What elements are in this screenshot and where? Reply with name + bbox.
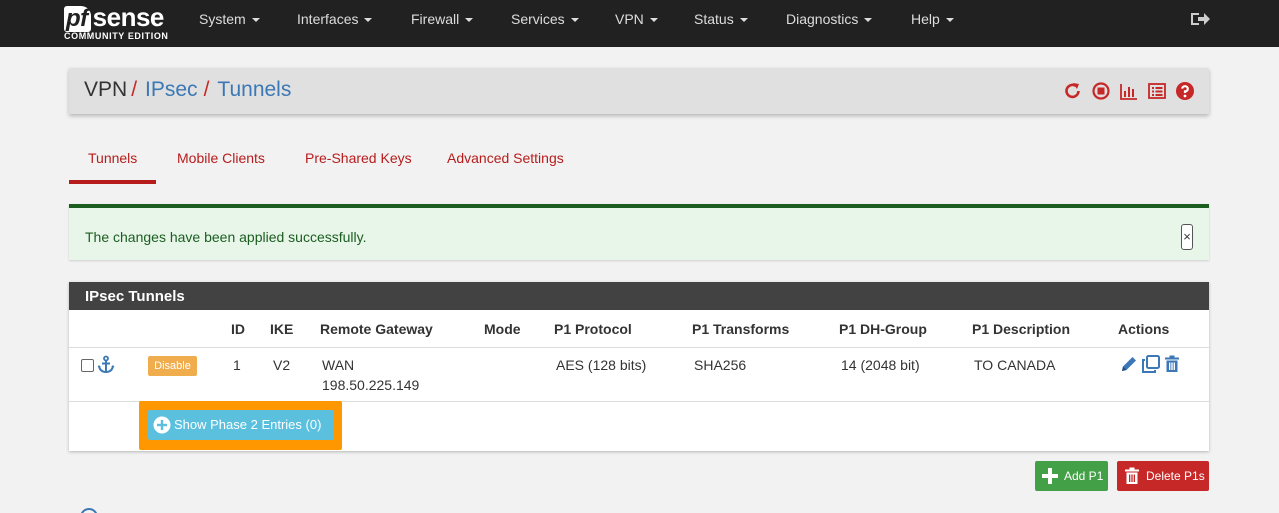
copy-icon[interactable] — [1141, 354, 1161, 374]
column-header-actions: Actions — [1118, 321, 1170, 337]
success-alert: The changes have been applied successful… — [69, 204, 1209, 260]
breadcrumb-separator: / — [203, 78, 210, 101]
column-header-p1-protocol: P1 Protocol — [554, 321, 632, 337]
nav-menu-diagnostics[interactable]: Diagnostics — [786, 0, 873, 38]
column-header-p1-dh-group: P1 DH-Group — [839, 321, 927, 337]
nav-menu-firewall[interactable]: Firewall — [411, 0, 474, 38]
breadcrumb-vpn: VPN — [84, 78, 128, 101]
alert-message: The changes have been applied successful… — [85, 229, 367, 245]
tab-pre-shared-keys[interactable]: Pre-Shared Keys — [305, 150, 412, 166]
caret-down-icon — [364, 18, 373, 23]
nav-menu-help[interactable]: Help — [911, 0, 954, 38]
header-divider — [69, 347, 1209, 348]
breadcrumb-ipsec[interactable]: IPsec — [145, 78, 198, 101]
show-phase2-label: Show Phase 2 Entries (0) — [174, 417, 322, 432]
trash-icon[interactable] — [1162, 354, 1182, 374]
logo-edition: COMMUNITY EDITION — [64, 31, 169, 41]
nav-menu-interfaces[interactable]: Interfaces — [297, 0, 373, 38]
breadcrumb: VPN / IPsec / Tunnels — [84, 78, 291, 102]
plus-circle-icon — [153, 416, 171, 434]
delete-p1s-label: Delete P1s — [1146, 469, 1205, 483]
cell-remote-gateway-interface: WAN — [322, 357, 355, 373]
ipsec-tunnels-panel: IPsec Tunnels ID IKE Remote Gateway Mode… — [69, 282, 1209, 451]
nav-label: System — [199, 11, 246, 27]
nav-label: Services — [511, 11, 565, 27]
caret-down-icon — [251, 18, 260, 23]
top-navbar: pf sense COMMUNITY EDITION System Interfa… — [0, 0, 1279, 47]
chart-icon[interactable] — [1119, 81, 1139, 101]
edit-pencil-icon[interactable] — [1119, 354, 1139, 374]
row-select-checkbox[interactable] — [81, 359, 94, 372]
logo-wordmark: pf sense — [64, 2, 164, 32]
column-header-id: ID — [231, 321, 245, 337]
tab-advanced-settings[interactable]: Advanced Settings — [447, 150, 564, 166]
add-p1-button[interactable]: Add P1 — [1035, 461, 1108, 491]
log-list-icon[interactable] — [1147, 81, 1167, 101]
close-alert-button[interactable]: × — [1181, 224, 1193, 250]
nav-menu-services[interactable]: Services — [511, 0, 579, 38]
cell-p1-description: TO CANADA — [974, 357, 1056, 373]
nav-label: VPN — [615, 11, 644, 27]
column-header-p1-transforms: P1 Transforms — [692, 321, 790, 337]
help-icon[interactable] — [1175, 81, 1195, 101]
cell-p1-transforms: SHA256 — [694, 357, 747, 373]
nav-label: Interfaces — [297, 11, 359, 27]
column-header-mode: Mode — [484, 321, 521, 337]
nav-label: Status — [694, 11, 734, 27]
caret-down-icon — [739, 18, 748, 23]
cell-id: 1 — [233, 357, 241, 373]
caret-down-icon — [945, 18, 954, 23]
active-tab-indicator — [69, 180, 156, 184]
panel-heading: IPsec Tunnels — [69, 282, 1209, 310]
column-header-ike: IKE — [270, 321, 294, 337]
reload-icon[interactable] — [1063, 81, 1083, 101]
cell-ike: V2 — [273, 357, 291, 373]
disable-button[interactable]: Disable — [148, 356, 197, 376]
anchor-icon[interactable] — [96, 355, 116, 375]
show-phase2-entries-button[interactable]: Show Phase 2 Entries (0) — [148, 410, 334, 440]
caret-down-icon — [570, 18, 579, 23]
caret-down-icon — [649, 18, 658, 23]
breadcrumb-separator: / — [131, 78, 138, 101]
delete-p1s-button[interactable]: Delete P1s — [1117, 461, 1209, 491]
nav-label: Firewall — [411, 11, 460, 27]
breadcrumb-tunnels[interactable]: Tunnels — [217, 78, 291, 101]
caret-down-icon — [864, 18, 873, 23]
nav-menu-system[interactable]: System — [199, 0, 260, 38]
column-header-remote-gateway: Remote Gateway — [320, 321, 433, 337]
trash-icon — [1125, 467, 1139, 484]
nav-menu-status[interactable]: Status — [694, 0, 748, 38]
header-icon-bar — [1063, 81, 1195, 101]
logo-sense: sense — [92, 2, 165, 32]
nav-label: Diagnostics — [786, 11, 859, 27]
highlight-box: Show Phase 2 Entries (0) — [139, 401, 342, 450]
page-header: VPN / IPsec / Tunnels — [69, 68, 1209, 114]
plus-icon — [1042, 468, 1058, 484]
column-header-p1-description: P1 Description — [972, 321, 1071, 337]
cell-p1-protocol: AES (128 bits) — [556, 357, 647, 373]
nav-label: Help — [911, 11, 940, 27]
tab-tunnels[interactable]: Tunnels — [88, 150, 137, 166]
cell-p1-dh-group: 14 (2048 bit) — [841, 357, 920, 373]
info-icon[interactable] — [80, 508, 98, 513]
stop-icon[interactable] — [1091, 81, 1111, 101]
add-p1-label: Add P1 — [1064, 469, 1104, 483]
logo-pf: pf — [64, 6, 91, 32]
pfsense-logo[interactable]: pf sense COMMUNITY EDITION — [64, 2, 172, 42]
cell-remote-gateway-ip: 198.50.225.149 — [322, 377, 420, 393]
panel-title: IPsec Tunnels — [85, 288, 185, 305]
nav-menu-vpn[interactable]: VPN — [615, 0, 658, 38]
caret-down-icon — [465, 18, 474, 23]
tab-mobile-clients[interactable]: Mobile Clients — [177, 150, 265, 166]
sign-out-icon[interactable] — [1190, 11, 1210, 27]
